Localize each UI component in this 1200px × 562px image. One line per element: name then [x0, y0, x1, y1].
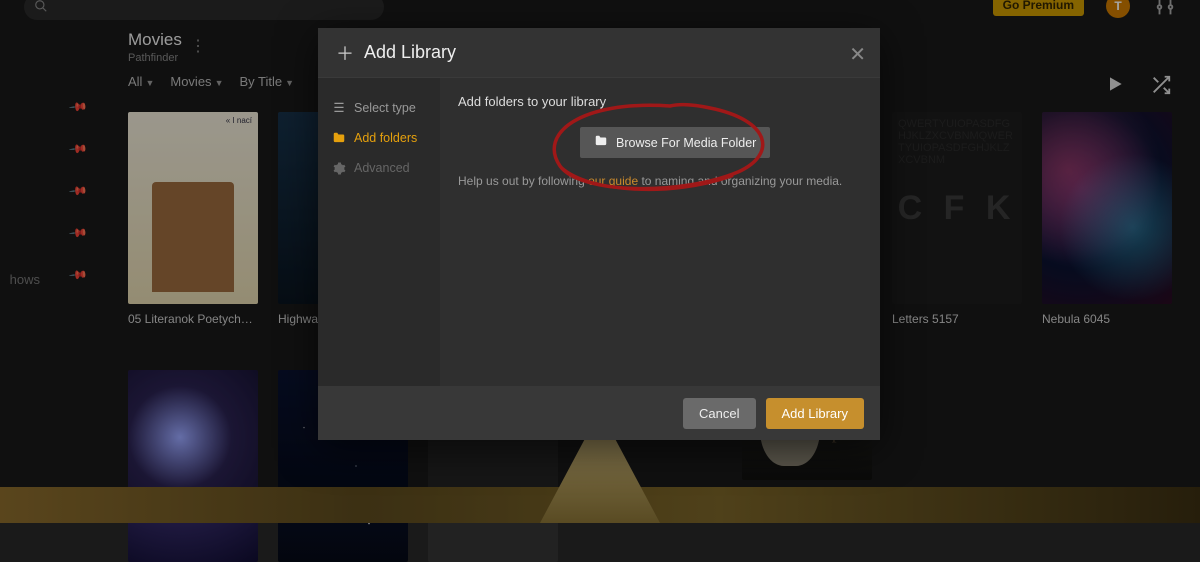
- list-icon: ☰: [332, 100, 346, 115]
- button-label: Browse For Media Folder: [616, 136, 756, 150]
- cancel-button[interactable]: Cancel: [683, 398, 755, 429]
- plus-icon: ＋: [336, 40, 354, 66]
- modal-heading: Add folders to your library: [458, 94, 862, 109]
- step-label: Advanced: [354, 161, 410, 175]
- modal-sidebar: ☰ Select type Add folders Advanced: [318, 78, 440, 386]
- guide-link[interactable]: our guide: [588, 174, 638, 188]
- step-advanced[interactable]: Advanced: [318, 153, 440, 183]
- step-label: Select type: [354, 101, 416, 115]
- step-select-type[interactable]: ☰ Select type: [318, 92, 440, 123]
- folder-icon: [594, 134, 608, 151]
- gear-icon: [332, 162, 346, 175]
- modal-footer: Cancel Add Library: [318, 386, 880, 440]
- modal-title: Add Library: [364, 42, 456, 63]
- step-add-folders[interactable]: Add folders: [318, 123, 440, 153]
- help-text: Help us out by following our guide to na…: [458, 174, 862, 188]
- folder-icon: [332, 131, 346, 145]
- browse-media-folder-button[interactable]: Browse For Media Folder: [580, 127, 770, 158]
- modal-header: ＋ Add Library ✕: [318, 28, 880, 78]
- close-icon[interactable]: ✕: [849, 42, 866, 67]
- add-library-button[interactable]: Add Library: [766, 398, 864, 429]
- add-library-modal: ＋ Add Library ✕ ☰ Select type Add folder…: [318, 28, 880, 440]
- modal-main: Add folders to your library Browse For M…: [440, 78, 880, 386]
- step-label: Add folders: [354, 131, 417, 145]
